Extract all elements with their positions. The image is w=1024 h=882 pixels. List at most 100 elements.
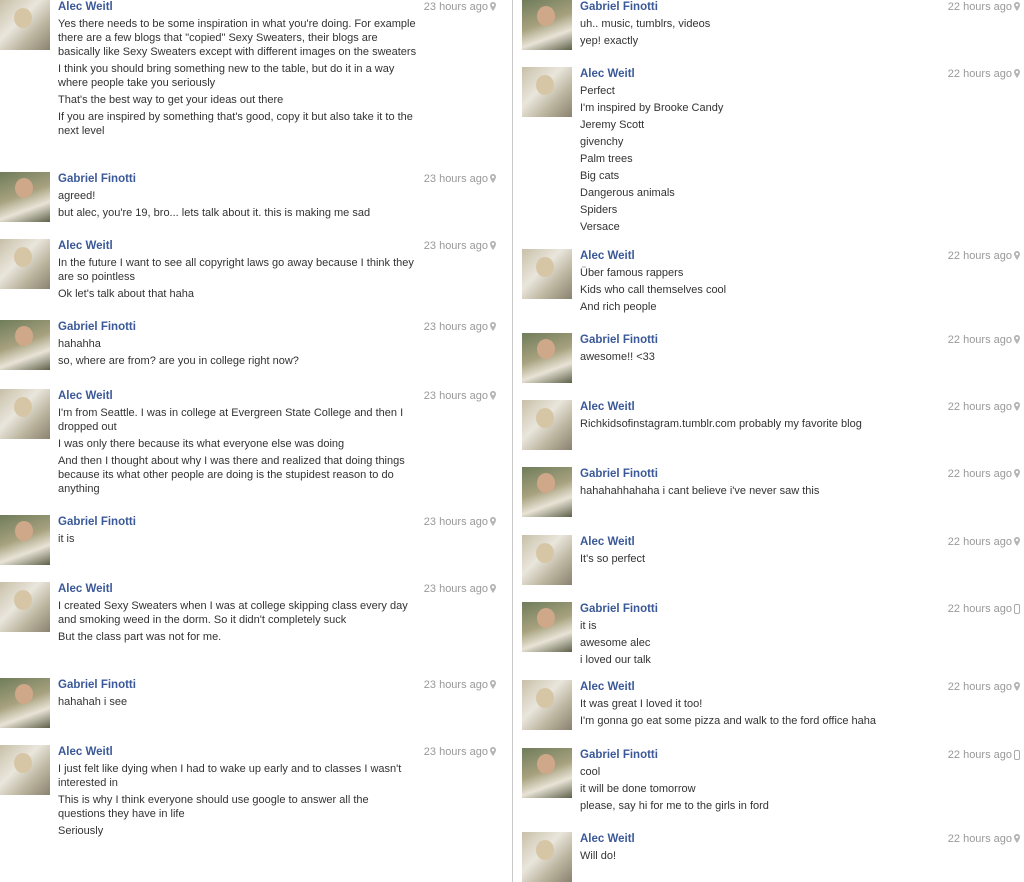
author-name[interactable]: Alec Weitl <box>580 536 635 548</box>
author-name[interactable]: Alec Weitl <box>580 681 635 693</box>
avatar[interactable] <box>0 515 50 565</box>
location-pin-icon[interactable] <box>1014 335 1020 344</box>
author-name[interactable]: Alec Weitl <box>58 746 113 758</box>
author-name[interactable]: Gabriel Finotti <box>58 516 136 528</box>
message-timestamp[interactable]: 23 hours ago <box>424 746 488 758</box>
avatar[interactable] <box>522 602 572 652</box>
message-timestamp[interactable]: 23 hours ago <box>424 1 488 13</box>
location-pin-icon[interactable] <box>1014 2 1020 11</box>
author-name[interactable]: Gabriel Finotti <box>580 334 658 346</box>
message-text: Jeremy Scott <box>580 119 645 131</box>
author-name[interactable]: Gabriel Finotti <box>58 679 136 691</box>
location-pin-icon[interactable] <box>490 241 496 250</box>
message-text: I'm inspired by Brooke Candy <box>580 102 724 114</box>
location-pin-icon[interactable] <box>1014 251 1020 260</box>
conversation-view: Alec Weitl 23 hours ago Yes there needs to… <box>0 0 1024 882</box>
message-timestamp[interactable]: 22 hours ago <box>948 749 1012 761</box>
location-pin-icon[interactable] <box>490 2 496 11</box>
message-text: Yes there needs to be some inspiration i… <box>58 18 417 58</box>
message-timestamp[interactable]: 22 hours ago <box>948 833 1012 845</box>
location-pin-icon[interactable] <box>490 747 496 756</box>
avatar[interactable] <box>522 680 572 730</box>
message-timestamp[interactable]: 22 hours ago <box>948 334 1012 346</box>
message-text: givenchy <box>580 136 624 148</box>
author-name[interactable]: Gabriel Finotti <box>58 173 136 185</box>
message-lines: Über famous rappers Kids who call themsel… <box>580 266 1000 317</box>
avatar[interactable] <box>522 0 572 50</box>
message-timestamp[interactable]: 23 hours ago <box>424 583 488 595</box>
author-name[interactable]: Gabriel Finotti <box>580 749 658 761</box>
location-pin-icon[interactable] <box>1014 469 1020 478</box>
location-pin-icon[interactable] <box>490 391 496 400</box>
author-name[interactable]: Alec Weitl <box>580 401 635 413</box>
avatar[interactable] <box>0 678 50 728</box>
message-timestamp[interactable]: 22 hours ago <box>948 681 1012 693</box>
avatar[interactable] <box>522 832 572 882</box>
message-timestamp[interactable]: 23 hours ago <box>424 516 488 528</box>
location-pin-icon[interactable] <box>1014 682 1020 691</box>
message-timestamp[interactable]: 23 hours ago <box>424 173 488 185</box>
message-timestamp[interactable]: 22 hours ago <box>948 1 1012 13</box>
message-text: Spiders <box>580 204 618 216</box>
location-pin-icon[interactable] <box>490 174 496 183</box>
avatar[interactable] <box>522 67 572 117</box>
avatar[interactable] <box>0 582 50 632</box>
message-timestamp[interactable]: 23 hours ago <box>424 679 488 691</box>
message-text: awesome alec <box>580 637 651 649</box>
message-lines: Perfect I'm inspired by Brooke Candy Jerem… <box>580 84 1000 237</box>
author-name[interactable]: Gabriel Finotti <box>580 468 658 480</box>
avatar[interactable] <box>522 249 572 299</box>
location-pin-icon[interactable] <box>490 517 496 526</box>
message-timestamp[interactable]: 22 hours ago <box>948 536 1012 548</box>
message-timestamp[interactable]: 22 hours ago <box>948 250 1012 262</box>
author-name[interactable]: Alec Weitl <box>58 240 113 252</box>
message-text: I'm from Seattle. I was in college at Ev… <box>58 407 404 433</box>
author-name[interactable]: Alec Weitl <box>580 833 635 845</box>
message-lines: It was great I loved it too! I'm gonna go… <box>580 697 1000 731</box>
location-pin-icon[interactable] <box>1014 69 1020 78</box>
avatar[interactable] <box>0 320 50 370</box>
message-text: And rich people <box>580 301 657 313</box>
avatar[interactable] <box>522 535 572 585</box>
author-name[interactable]: Alec Weitl <box>580 250 635 262</box>
message-lines: it is awesome alec i loved our talk <box>580 619 1000 670</box>
avatar[interactable] <box>0 239 50 289</box>
avatar[interactable] <box>522 400 572 450</box>
message-text: Über famous rappers <box>580 267 684 279</box>
location-pin-icon[interactable] <box>490 680 496 689</box>
avatar[interactable] <box>0 172 50 222</box>
location-pin-icon[interactable] <box>1014 537 1020 546</box>
message-timestamp[interactable]: 22 hours ago <box>948 68 1012 80</box>
author-name[interactable]: Alec Weitl <box>58 1 113 13</box>
avatar[interactable] <box>0 0 50 50</box>
message-text: In the future I want to see all copyrigh… <box>58 257 414 283</box>
message-text: it is <box>580 620 597 632</box>
author-name[interactable]: Gabriel Finotti <box>580 603 658 615</box>
message-timestamp[interactable]: 23 hours ago <box>424 240 488 252</box>
avatar[interactable] <box>0 389 50 439</box>
author-name[interactable]: Gabriel Finotti <box>580 1 658 13</box>
message-text: This is why I think everyone should use … <box>58 794 369 820</box>
message-timestamp[interactable]: 22 hours ago <box>948 401 1012 413</box>
message-timestamp[interactable]: 22 hours ago <box>948 603 1012 615</box>
avatar[interactable] <box>522 467 572 517</box>
author-name[interactable]: Alec Weitl <box>58 390 113 402</box>
message-text: hahahahhahaha i cant believe i've never … <box>580 485 820 497</box>
avatar[interactable] <box>522 748 572 798</box>
location-pin-icon[interactable] <box>1014 402 1020 411</box>
avatar[interactable] <box>522 333 572 383</box>
author-name[interactable]: Gabriel Finotti <box>58 321 136 333</box>
avatar[interactable] <box>0 745 50 795</box>
message-timestamp[interactable]: 22 hours ago <box>948 468 1012 480</box>
message-text: If you are inspired by something that's … <box>58 111 413 137</box>
message-text: I created Sexy Sweaters when I was at co… <box>58 600 408 626</box>
message-timestamp[interactable]: 23 hours ago <box>424 390 488 402</box>
location-pin-icon[interactable] <box>1014 834 1020 843</box>
message-text: Ok let's talk about that haha <box>58 288 195 300</box>
location-pin-icon[interactable] <box>490 584 496 593</box>
author-name[interactable]: Alec Weitl <box>580 68 635 80</box>
message-text: agreed! <box>58 190 96 202</box>
author-name[interactable]: Alec Weitl <box>58 583 113 595</box>
message-timestamp[interactable]: 23 hours ago <box>424 321 488 333</box>
location-pin-icon[interactable] <box>490 322 496 331</box>
